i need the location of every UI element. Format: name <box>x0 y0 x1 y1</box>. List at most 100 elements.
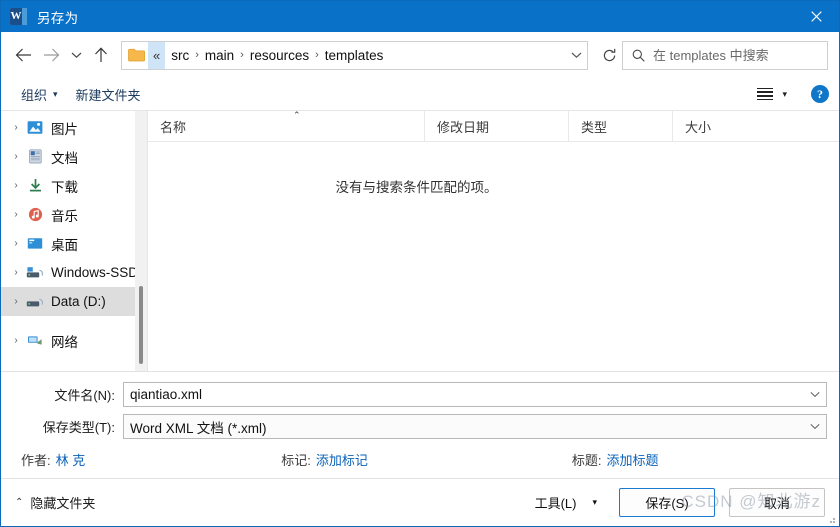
chevron-down-icon: ▾ <box>782 88 787 99</box>
save-button[interactable]: 保存(S) <box>619 488 715 517</box>
search-input[interactable] <box>651 46 827 64</box>
sidebar-scrollbar-thumb[interactable] <box>139 286 143 364</box>
sidebar-item-network[interactable]: › 网络 <box>1 326 147 355</box>
author-group: 作者: 林 克 <box>21 450 85 469</box>
forward-arrow-icon[interactable] <box>37 41 65 69</box>
chevron-down-icon: ▾ <box>592 497 597 507</box>
column-header-date-modified[interactable]: 修改日期 <box>424 111 568 141</box>
tags-label: 标记: <box>281 453 311 468</box>
address-bar[interactable]: « src › main › resources › templates <box>121 40 588 70</box>
sidebar-item-label: 桌面 <box>51 237 78 253</box>
search-icon <box>632 49 645 62</box>
chevron-right-icon[interactable]: › <box>7 267 25 278</box>
new-folder-label: 新建文件夹 <box>75 87 141 103</box>
sidebar-item-label: Windows-SSD <box>51 265 139 280</box>
sidebar-item-documents[interactable]: › 文档 <box>1 142 147 171</box>
sort-ascending-icon: ⌃ <box>293 110 301 120</box>
column-header-label: 修改日期 <box>437 119 490 135</box>
chevron-right-icon[interactable]: › <box>7 180 25 191</box>
close-icon[interactable] <box>793 1 839 32</box>
chevron-up-icon: ⌃ <box>15 497 24 508</box>
tags-group: 标记: 添加标记 <box>281 450 368 469</box>
sidebar-scrollbar[interactable] <box>135 111 147 371</box>
chevron-right-icon[interactable]: › <box>7 209 25 220</box>
downloads-icon <box>25 177 45 195</box>
column-header-size[interactable]: 大小 <box>672 111 756 141</box>
file-form: 文件名(N): 保存类型(T): Word XML 文档 (*.xml) 作者:… <box>1 371 839 478</box>
breadcrumb-overflow[interactable]: « <box>148 41 166 69</box>
sidebar-item-pictures[interactable]: › 图片 <box>1 113 147 142</box>
file-list-pane: ⌃ 名称 修改日期 类型 大小 没有与搜索条件匹配的项。 <box>148 111 839 371</box>
chevron-right-icon[interactable]: › <box>7 335 25 346</box>
hide-folders-button[interactable]: ⌃ 隐藏文件夹 <box>15 493 95 512</box>
recent-locations-chevron-down-icon[interactable] <box>65 41 87 69</box>
filetype-combobox[interactable]: Word XML 文档 (*.xml) <box>123 414 827 439</box>
sidebar-item-label: 文档 <box>51 150 78 166</box>
dialog-content: › 图片 › 文档 › 下载 › 音乐 › 桌面 › Windows-SSD ›… <box>1 111 839 371</box>
chevron-down-icon[interactable] <box>804 423 826 430</box>
navigation-pane: › 图片 › 文档 › 下载 › 音乐 › 桌面 › Windows-SSD ›… <box>1 111 147 371</box>
filename-label: 文件名(N): <box>54 388 115 403</box>
documents-icon <box>25 148 45 166</box>
column-headers: ⌃ 名称 修改日期 类型 大小 <box>148 111 839 142</box>
command-bar: 组织 ▾ 新建文件夹 ▾ ? <box>1 78 839 111</box>
organize-button[interactable]: 组织 ▾ <box>15 81 64 107</box>
up-arrow-icon[interactable] <box>87 41 115 69</box>
search-box[interactable] <box>622 40 828 70</box>
help-button[interactable]: ? <box>811 85 829 103</box>
title-label: 标题: <box>571 453 602 468</box>
sidebar-item-label: 音乐 <box>51 208 78 224</box>
empty-list-message: 没有与搜索条件匹配的项。 <box>335 180 498 195</box>
filename-input[interactable] <box>124 386 804 403</box>
music-icon <box>25 206 45 224</box>
filename-row: 文件名(N): <box>13 382 827 407</box>
drive-icon <box>25 293 45 311</box>
column-header-name[interactable]: ⌃ 名称 <box>148 111 424 141</box>
filetype-row: 保存类型(T): Word XML 文档 (*.xml) <box>13 414 827 439</box>
resize-grip[interactable] <box>826 514 836 524</box>
chevron-down-icon: ▾ <box>53 88 58 99</box>
title-group: 标题: 添加标题 <box>572 450 659 469</box>
save-as-dialog: W 另存为 « src › main › resources › templat… <box>0 0 840 527</box>
sidebar-item-data-d[interactable]: › Data (D:) <box>1 287 141 316</box>
author-label: 作者: <box>21 453 51 468</box>
back-arrow-icon[interactable] <box>9 41 37 69</box>
chevron-right-icon[interactable]: › <box>7 238 25 249</box>
chevron-right-icon[interactable]: › <box>7 296 25 307</box>
word-icon-page <box>22 8 27 25</box>
sidebar-item-label: 图片 <box>51 121 78 137</box>
title-value[interactable]: 添加标题 <box>607 450 659 469</box>
tools-button[interactable]: 工具(L) ▾ <box>535 493 597 512</box>
chevron-right-icon[interactable]: › <box>7 151 25 162</box>
breadcrumb-item-0[interactable]: src <box>165 42 195 69</box>
sidebar-item-music[interactable]: › 音乐 <box>1 200 147 229</box>
column-header-type[interactable]: 类型 <box>568 111 672 141</box>
breadcrumb-item-3[interactable]: templates <box>319 42 390 69</box>
filename-combobox[interactable] <box>123 382 827 407</box>
hide-folders-label: 隐藏文件夹 <box>30 496 96 511</box>
filetype-label: 保存类型(T): <box>42 420 115 435</box>
tags-value[interactable]: 添加标记 <box>316 450 368 469</box>
folder-icon <box>128 48 145 62</box>
sidebar-item-desktop[interactable]: › 桌面 <box>1 229 147 258</box>
address-chevron-down-icon[interactable] <box>565 42 587 69</box>
chevron-right-icon[interactable]: › <box>7 122 25 133</box>
cancel-button[interactable]: 取消 <box>729 488 825 517</box>
author-value[interactable]: 林 克 <box>56 450 86 469</box>
new-folder-button[interactable]: 新建文件夹 <box>70 81 147 107</box>
refresh-icon[interactable] <box>596 42 622 69</box>
view-list-icon <box>757 87 774 101</box>
view-options-button[interactable]: ▾ <box>753 81 791 107</box>
column-header-label: 名称 <box>160 119 187 135</box>
sidebar-item-windows-ssd[interactable]: › Windows-SSD <box>1 258 147 287</box>
sidebar-item-downloads[interactable]: › 下载 <box>1 171 147 200</box>
pictures-icon <box>25 119 45 137</box>
chevron-down-icon[interactable] <box>804 391 826 398</box>
breadcrumb-item-1[interactable]: main <box>199 42 240 69</box>
breadcrumb-item-2[interactable]: resources <box>244 42 315 69</box>
network-icon <box>25 332 45 350</box>
tools-label: 工具(L) <box>534 496 577 511</box>
desktop-icon <box>25 235 45 253</box>
column-header-label: 大小 <box>685 119 712 135</box>
